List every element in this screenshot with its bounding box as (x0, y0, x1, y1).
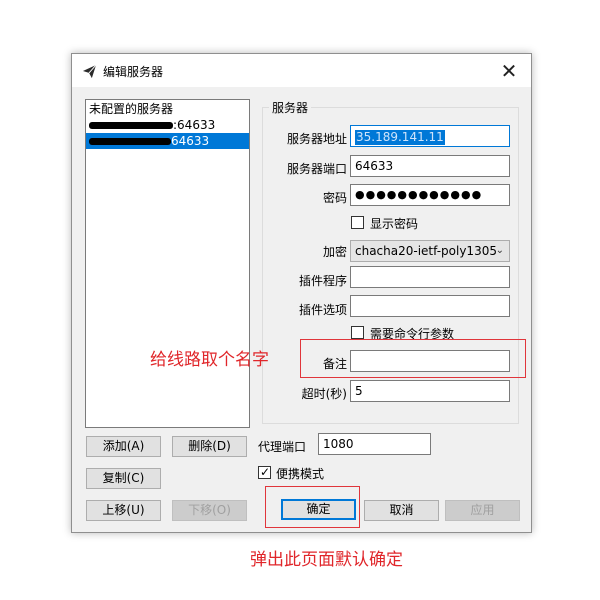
plugin-input[interactable] (350, 266, 510, 288)
show-password-checkbox[interactable] (351, 216, 364, 229)
list-item[interactable]: :64633 (86, 117, 249, 133)
remark-annotation: 给线路取个名字 (150, 350, 269, 370)
list-item-label: :64633 (173, 118, 216, 132)
password-input[interactable]: ●●●●●●●●●●●● (350, 184, 510, 206)
show-password-label: 显示密码 (370, 217, 419, 231)
remark-highlight-box (300, 339, 526, 378)
proxy-port-input[interactable]: 1080 (318, 433, 431, 455)
plugin-options-label: 插件选项 (298, 303, 347, 317)
plugin-label: 插件程序 (298, 274, 347, 288)
delete-button[interactable]: 删除(D) (172, 436, 247, 457)
server-address-value: 35.189.141.11 (355, 130, 445, 145)
close-icon: ✕ (500, 58, 518, 83)
list-item-label: 未配置的服务器 (89, 102, 174, 116)
server-address-input[interactable]: 35.189.141.11 (350, 125, 510, 147)
plugin-options-input[interactable] (350, 295, 510, 317)
timeout-input[interactable]: 5 (350, 380, 510, 402)
add-button[interactable]: 添加(A) (86, 436, 161, 457)
server-port-input[interactable]: 64633 (350, 155, 510, 177)
portable-mode-checkbox[interactable] (258, 465, 271, 479)
paper-plane-icon (82, 64, 97, 79)
portable-mode-label: 便携模式 (276, 467, 325, 481)
server-group-title: 服务器 (269, 99, 312, 116)
dialog-title: 编辑服务器 (103, 65, 164, 79)
redaction-mark (89, 138, 171, 145)
redaction-mark (89, 122, 173, 129)
move-down-button[interactable]: 下移(O) (172, 500, 247, 521)
apply-button[interactable]: 应用 (445, 500, 520, 521)
list-item[interactable]: 未配置的服务器 (86, 101, 249, 117)
need-cmd-args-checkbox[interactable] (351, 326, 364, 339)
list-item-label: 64633 (171, 134, 210, 148)
encryption-label: 加密 (322, 245, 347, 259)
server-port-label: 服务器端口 (286, 162, 347, 176)
ok-highlight-box (265, 486, 360, 528)
edit-servers-dialog: 编辑服务器 ✕ 未配置的服务器 :64633 64633 服务器 服务器地址 3… (71, 53, 532, 533)
ok-annotation: 弹出此页面默认确定 (250, 550, 403, 570)
proxy-port-label: 代理端口 (258, 440, 307, 454)
encryption-value: chacha20-ietf-poly1305 (355, 244, 497, 258)
server-address-label: 服务器地址 (286, 132, 347, 146)
server-list[interactable]: 未配置的服务器 :64633 64633 (85, 99, 250, 428)
chevron-down-icon: ⌄ (495, 245, 504, 256)
move-up-button[interactable]: 上移(U) (86, 500, 161, 521)
password-label: 密码 (322, 191, 347, 205)
close-button[interactable]: ✕ (487, 54, 531, 87)
list-item-selected[interactable]: 64633 (86, 133, 249, 149)
title-bar: 编辑服务器 ✕ (72, 54, 531, 87)
encryption-select[interactable]: chacha20-ietf-poly1305 ⌄ (350, 240, 510, 262)
cancel-button[interactable]: 取消 (364, 500, 439, 521)
timeout-label: 超时(秒) (301, 387, 347, 401)
copy-button[interactable]: 复制(C) (86, 468, 161, 489)
